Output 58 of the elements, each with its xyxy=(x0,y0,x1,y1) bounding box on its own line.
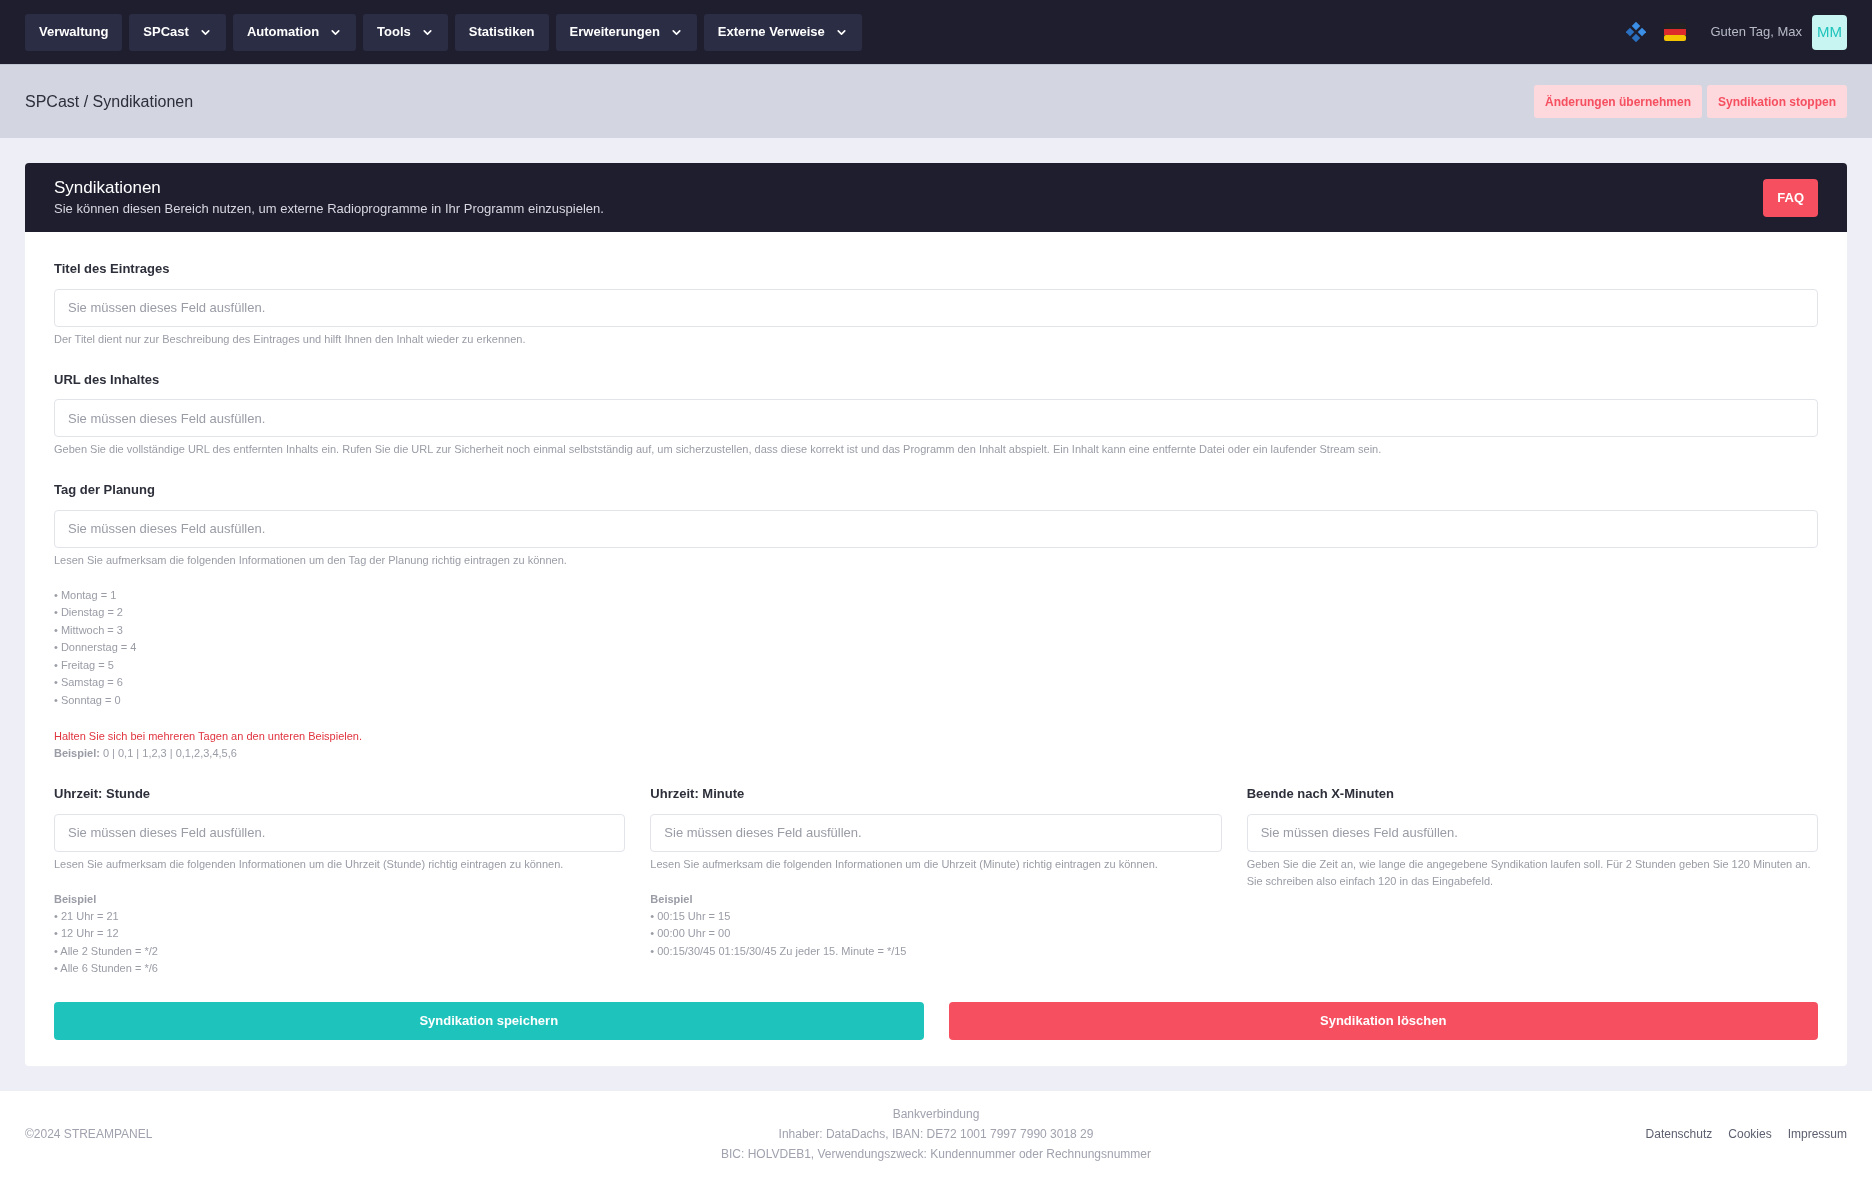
list-item-text: • Freitag = 5 xyxy=(54,657,115,673)
nav-menu-button[interactable]: Erweiterungen xyxy=(555,13,697,51)
help-text: Lesen Sie aufmerksam die folgenden Informationen um die Uhrzeit (Minute) richtig eintragen zu können. xyxy=(650,856,1159,872)
faq-button[interactable]: FAQ xyxy=(1763,178,1818,217)
nav-menu-button[interactable]: Verwaltung xyxy=(25,13,123,51)
diamond-dots-icon[interactable] xyxy=(1626,22,1647,42)
german-flag-icon[interactable] xyxy=(1664,23,1687,41)
list-item-text: • 12 Uhr = 12 xyxy=(54,926,120,941)
delete-button[interactable]: Syndikation löschen xyxy=(948,1001,1818,1040)
breadcrumb-text: SPCast / Syndikationen xyxy=(25,91,194,112)
input-field[interactable]: Sie müssen dieses Feld ausfüllen. xyxy=(54,813,626,852)
nav-menu-button[interactable]: Externe Verweise xyxy=(703,13,862,51)
copyright-text: ©2024 STREAMPANEL xyxy=(25,1126,154,1143)
field-label: Uhrzeit: Stunde xyxy=(54,785,152,803)
list-item-text: • 00:15/30/45 01:15/30/45 Zu jeder 15. Minute = */15 xyxy=(650,943,908,959)
footer-link[interactable]: Cookies xyxy=(1728,1125,1772,1143)
field-label: Beende nach X-Minuten xyxy=(1246,785,1395,803)
nav-menu-button[interactable]: Automation xyxy=(232,13,357,51)
nav-menu-button[interactable]: Statistiken xyxy=(454,13,549,51)
bank-info-text: Inhaber: DataDachs, IBAN: DE72 1001 7997 7990 3018 29 xyxy=(778,1126,1094,1143)
field-label: Titel des Eintrages xyxy=(54,260,171,278)
help-text: Lesen Sie aufmerksam die folgenden Informationen um den Tag der Planung richtig eintragen zu können. xyxy=(54,552,568,568)
list-item-text: • Sonntag = 0 xyxy=(54,692,122,708)
example-text: Beispiel: 0 | 0,1 | 1,2,3 | 0,1,2,3,4,5,6 xyxy=(54,746,238,761)
list-item-text: • Samstag = 6 xyxy=(54,675,124,690)
field-label: URL des Inhaltes xyxy=(54,370,161,389)
field-label: Uhrzeit: Minute xyxy=(650,785,746,803)
input-field[interactable]: Sie müssen dieses Feld ausfüllen. xyxy=(54,288,1818,327)
help-text: Lesen Sie aufmerksam die folgenden Informationen um die Uhrzeit (Stunde) richtig eintragen zu können. xyxy=(54,856,565,872)
help-text: Geben Sie die Zeit an, wie lange die angegebene Syndikation laufen soll. Für 2 Stunden geben Sie 120 Minuten an. Sie schreiben also einfach 120 in das Eingabefeld. xyxy=(1246,856,1812,889)
list-item-text: • 00:00 Uhr = 00 xyxy=(650,926,732,941)
footer-link[interactable]: Datenschutz xyxy=(1645,1125,1713,1143)
bank-info-text: Bankverbindung xyxy=(892,1106,980,1123)
example-title: Beispiel xyxy=(650,891,694,907)
list-item-text: • Montag = 1 xyxy=(54,587,118,603)
greeting-text: Guten Tag, Max xyxy=(1710,23,1802,42)
list-item-text: • Donnerstag = 4 xyxy=(54,640,138,655)
nav-menu-button[interactable]: Tools xyxy=(363,13,448,51)
list-item-text: • Dienstag = 2 xyxy=(54,605,124,620)
field-label: Tag der Planung xyxy=(54,481,156,499)
footer-link[interactable]: Impressum xyxy=(1787,1125,1847,1143)
list-item-text: • Alle 6 Stunden = */6 xyxy=(54,961,159,976)
list-item-text: • Alle 2 Stunden = */2 xyxy=(54,943,159,959)
card-title: Syndikationen xyxy=(54,176,162,199)
card-subtitle: Sie können diesen Bereich nutzen, um externe Radioprogramme in Ihr Programm einzuspielen. xyxy=(54,199,604,218)
list-item-text: • 00:15 Uhr = 15 xyxy=(650,908,732,924)
input-field[interactable]: Sie müssen dieses Feld ausfüllen. xyxy=(1246,813,1818,852)
help-text: Geben Sie die vollständige URL des entfernten Inhalts ein. Rufen Sie die URL zur Sicherheit noch einmal selbstständig auf, um sicherzustellen, dass diese korrekt ist und das Programm den Inhalt abspielt. Ein Inhalt kann eine entfernte Datei oder ein laufender Stream sein. xyxy=(54,442,1383,457)
nav-menu-button[interactable]: SPCast xyxy=(129,13,226,51)
input-field[interactable]: Sie müssen dieses Feld ausfüllen. xyxy=(54,509,1818,548)
warning-text: Halten Sie sich bei mehreren Tagen an den unteren Beispielen. xyxy=(54,729,363,744)
bank-info-text: BIC: HOLVDEB1, Verwendungszweck: Kundennummer oder Rechnungsnummer xyxy=(721,1146,1151,1163)
list-item-text: • Mittwoch = 3 xyxy=(54,622,124,638)
input-field[interactable]: Sie müssen dieses Feld ausfüllen. xyxy=(650,813,1222,852)
list-item-text: • 21 Uhr = 21 xyxy=(54,908,120,924)
input-field[interactable]: Sie müssen dieses Feld ausfüllen. xyxy=(54,399,1818,437)
example-title: Beispiel xyxy=(54,891,98,907)
help-text: Der Titel dient nur zur Beschreibung des Eintrages und hilft Ihnen den Inhalt wieder zu erkennen. xyxy=(54,331,527,347)
